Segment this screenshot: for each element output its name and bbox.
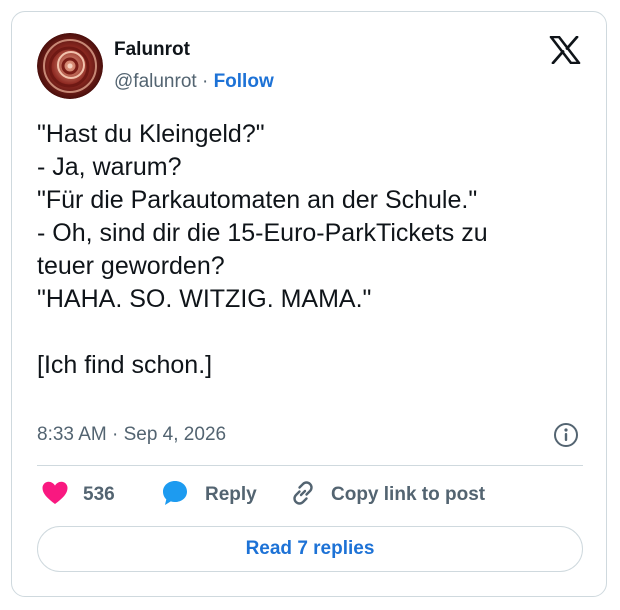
info-icon[interactable]	[553, 422, 579, 448]
reply-button[interactable]: Reply	[161, 480, 257, 510]
divider	[37, 465, 583, 466]
reply-label: Reply	[205, 484, 257, 505]
display-name[interactable]: Falunrot	[114, 39, 190, 61]
post-timestamp[interactable]: 8:33 AM · Sep 4, 2026	[37, 424, 226, 446]
link-icon	[289, 479, 317, 512]
post-text-line	[37, 316, 577, 349]
post-text-line: "HAHA. SO. WITZIG. MAMA."	[37, 285, 372, 313]
copy-link-button[interactable]: Copy link to post	[289, 480, 485, 510]
post-text-line: "Hast du Kleingeld?"	[37, 120, 265, 148]
like-count: 536	[83, 484, 115, 505]
like-button[interactable]: 536	[41, 480, 115, 510]
post-text-line: [Ich find schon.]	[37, 351, 213, 379]
read-replies-button[interactable]: Read 7 replies	[37, 526, 583, 572]
heart-icon	[41, 480, 69, 511]
copy-link-label: Copy link to post	[331, 484, 486, 505]
separator-dot: ·	[196, 71, 214, 92]
follow-link[interactable]: Follow	[214, 71, 274, 92]
post-text: "Hast du Kleingeld?" - Ja, warum? "Für d…	[37, 118, 577, 382]
post-text-line: teuer geworden?	[37, 252, 225, 280]
handle[interactable]: @falunrot	[114, 71, 197, 92]
speech-bubble-icon	[161, 479, 189, 512]
avatar[interactable]	[37, 33, 103, 99]
action-bar: 536 Reply Copy link to post	[37, 480, 583, 510]
post-text-line: "Für die Parkautomaten an der Schule."	[37, 186, 478, 214]
x-logo-icon[interactable]	[549, 35, 581, 65]
post-text-line: - Oh, sind dir die 15-Euro-ParkTickets z…	[37, 219, 488, 247]
handle-row: @falunrot · Follow	[114, 71, 274, 93]
post-text-line: - Ja, warum?	[37, 153, 182, 181]
